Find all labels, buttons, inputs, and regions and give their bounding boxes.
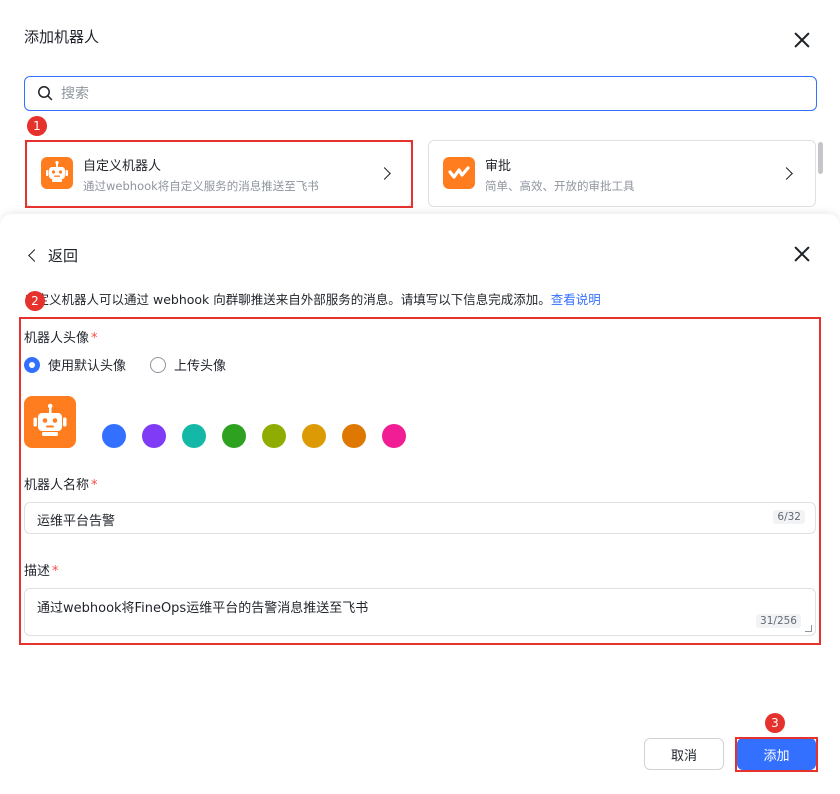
color-swatch[interactable] — [222, 424, 246, 448]
robot-name-input[interactable]: 运维平台告警 6/32 — [24, 502, 816, 534]
card-title: 自定义机器人 — [83, 159, 162, 174]
color-swatch[interactable] — [182, 424, 206, 448]
radio-label: 使用默认头像 — [48, 359, 127, 374]
robot-icon — [41, 157, 73, 189]
close-dialog-icon[interactable] — [791, 243, 813, 265]
search-icon — [38, 86, 53, 101]
resize-handle-icon[interactable] — [805, 625, 812, 632]
required-mark: * — [91, 331, 98, 346]
annotation-badge-3: 3 — [765, 713, 785, 733]
cancel-button[interactable]: 取消 — [644, 738, 724, 770]
view-docs-link[interactable]: 查看说明 — [551, 292, 601, 307]
color-swatch[interactable] — [382, 424, 406, 448]
robot-name-label-text: 机器人名称 — [24, 478, 90, 493]
color-swatch[interactable] — [302, 424, 326, 448]
description-char-counter: 31/256 — [756, 614, 801, 628]
required-mark: * — [52, 564, 59, 579]
radio-checked-icon[interactable] — [24, 356, 40, 373]
panel-title: 添加机器人 — [24, 28, 100, 46]
card-title: 审批 — [485, 159, 512, 174]
color-swatch[interactable] — [102, 424, 126, 448]
color-swatch[interactable] — [142, 424, 166, 448]
card-description: 通过webhook将自定义服务的消息推送至飞书 — [83, 179, 319, 193]
custom-robot-dialog: 返回 自定义机器人可以通过 webhook 向群聊推送来自外部服务的消息。请填写… — [0, 214, 840, 794]
radio-label: 上传头像 — [174, 359, 227, 374]
description-label: 描述 * — [24, 560, 59, 579]
name-char-counter: 6/32 — [773, 510, 805, 524]
avatar-color-swatches — [102, 424, 422, 448]
close-panel-icon[interactable] — [791, 29, 813, 51]
card-description: 简单、高效、开放的审批工具 — [485, 179, 635, 193]
chevron-left-icon — [28, 249, 41, 262]
avatar-label: 机器人头像 * — [24, 327, 98, 346]
required-mark: * — [91, 478, 98, 493]
description-value: 通过webhook将FineOps运维平台的告警消息推送至飞书 — [37, 601, 369, 616]
chevron-right-icon — [780, 167, 793, 180]
intro-description: 自定义机器人可以通过 webhook 向群聊推送来自外部服务的消息。请填写以下信… — [24, 292, 551, 307]
approval-card[interactable]: 审批 简单、高效、开放的审批工具 — [428, 140, 816, 207]
scrollbar-thumb[interactable] — [818, 142, 823, 174]
robot-name-label: 机器人名称 * — [24, 474, 98, 493]
color-swatch[interactable] — [262, 424, 286, 448]
avatar-radio-group: 使用默认头像 上传头像 — [24, 355, 250, 374]
custom-robot-card[interactable]: 自定义机器人 通过webhook将自定义服务的消息推送至飞书 — [26, 140, 412, 207]
back-button[interactable]: 返回 — [28, 245, 79, 266]
robot-icon — [33, 403, 67, 436]
approval-icon — [443, 157, 475, 189]
search-input[interactable] — [61, 83, 801, 105]
description-label-text: 描述 — [24, 564, 51, 579]
radio-default-avatar[interactable]: 使用默认头像 — [24, 355, 126, 374]
color-swatch[interactable] — [342, 424, 366, 448]
intro-text: 自定义机器人可以通过 webhook 向群聊推送来自外部服务的消息。请填写以下信… — [24, 289, 601, 308]
annotation-badge-1: 1 — [27, 116, 47, 136]
robot-avatar — [24, 396, 76, 448]
radio-upload-avatar[interactable]: 上传头像 — [150, 355, 226, 374]
search-box[interactable] — [24, 76, 817, 111]
robot-name-value: 运维平台告警 — [37, 514, 116, 529]
chevron-right-icon — [378, 167, 391, 180]
add-robot-panel: 添加机器人 自定义机器人 通过webhook将自定义服务的消息推送至飞书 — [0, 0, 840, 214]
add-button[interactable]: 添加 — [737, 738, 816, 770]
annotation-badge-2: 2 — [25, 291, 45, 311]
avatar-label-text: 机器人头像 — [24, 331, 90, 346]
back-label: 返回 — [48, 247, 79, 265]
description-textarea[interactable]: 通过webhook将FineOps运维平台的告警消息推送至飞书 31/256 — [24, 588, 816, 636]
radio-unchecked-icon[interactable] — [150, 356, 167, 373]
